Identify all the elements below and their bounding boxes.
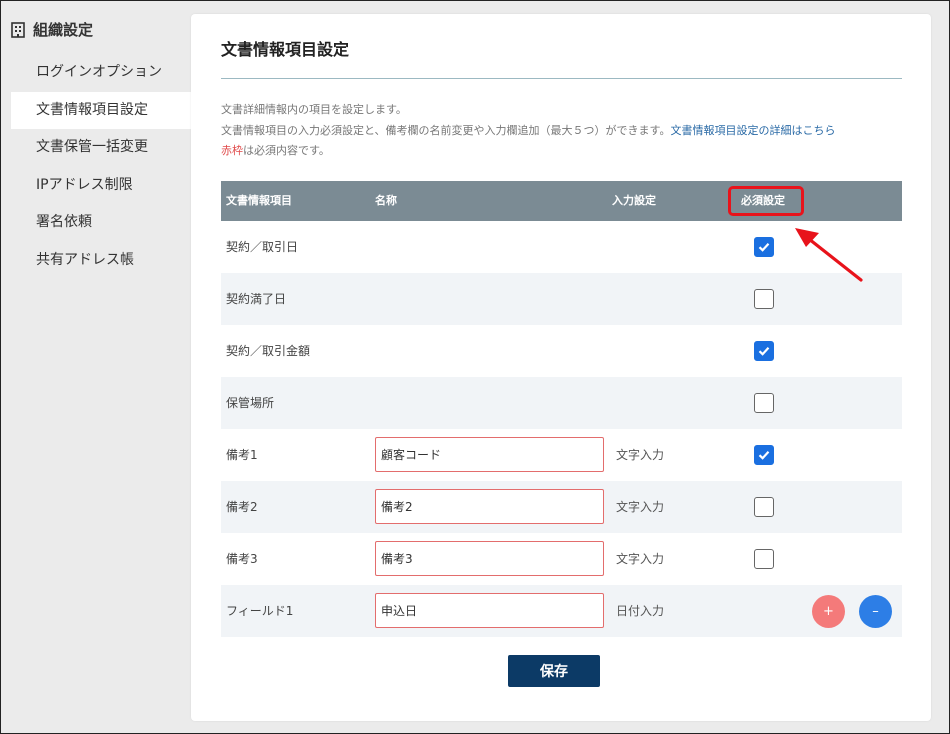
description-line-3: 赤枠は必須内容です。: [221, 144, 330, 157]
row-label: 契約満了日: [226, 292, 287, 306]
sidebar-item-ip-restriction[interactable]: IPアドレス制限: [11, 167, 191, 205]
page-title: 文書情報項目設定: [221, 40, 350, 59]
required-checkbox[interactable]: [754, 341, 774, 361]
add-field-button[interactable]: +: [812, 595, 845, 628]
header-input-setting: 入力設定: [612, 194, 656, 207]
input-type: 文字入力: [616, 448, 665, 462]
table-row: 保管場所: [221, 377, 902, 429]
title-divider: [221, 78, 902, 79]
sidebar-item-document-info-settings[interactable]: 文書情報項目設定: [11, 91, 191, 130]
header-name: 名称: [375, 194, 397, 207]
row-label: 保管場所: [226, 396, 275, 410]
building-icon: [11, 21, 25, 38]
save-button[interactable]: 保存: [508, 655, 600, 687]
description: 文書詳細情報内の項目を設定します。 文書情報項目の入力必須設定と、備考欄の名前変…: [221, 100, 835, 162]
required-checkbox[interactable]: [754, 445, 774, 465]
table-row: 備考3 文字入力: [221, 533, 902, 585]
required-checkbox[interactable]: [754, 237, 774, 257]
table-row: 備考1 文字入力: [221, 429, 902, 481]
check-icon: [758, 347, 770, 356]
name-input[interactable]: [375, 541, 604, 576]
row-label: 備考1: [226, 448, 258, 462]
check-icon: [758, 243, 770, 252]
red-arrow-icon: [795, 228, 863, 282]
sidebar-item-signature-request[interactable]: 署名依頼: [11, 204, 191, 242]
remove-field-button[interactable]: –: [859, 595, 892, 628]
input-type: 文字入力: [616, 500, 665, 514]
input-type: 文字入力: [616, 552, 665, 566]
row-label: 契約／取引日: [226, 240, 299, 254]
required-checkbox[interactable]: [754, 549, 774, 569]
name-input[interactable]: [375, 437, 604, 472]
row-label: フィールド1: [226, 604, 294, 618]
name-input[interactable]: [375, 489, 604, 524]
row-label: 備考2: [226, 500, 258, 514]
details-link[interactable]: 文書情報項目設定の詳細はこちら: [670, 124, 835, 137]
check-icon: [758, 451, 770, 460]
main-panel: 文書情報項目設定 文書詳細情報内の項目を設定します。 文書情報項目の入力必須設定…: [191, 14, 931, 721]
table-row: 備考2 文字入力: [221, 481, 902, 533]
sidebar-item-bulk-storage-change[interactable]: 文書保管一括変更: [11, 129, 191, 167]
sidebar: 組織設定 ログインオプション 文書情報項目設定 文書保管一括変更 IPアドレス制…: [1, 1, 191, 733]
required-highlight-frame: [728, 186, 804, 216]
sidebar-nav: ログインオプション 文書情報項目設定 文書保管一括変更 IPアドレス制限 署名依…: [11, 54, 191, 280]
table-header: 文書情報項目 名称 入力設定 必須設定: [221, 181, 902, 221]
name-input[interactable]: [375, 593, 604, 628]
sidebar-item-login-options[interactable]: ログインオプション: [11, 54, 191, 92]
header-item: 文書情報項目: [226, 194, 292, 207]
table-row: フィールド1 日付入力 + –: [221, 585, 902, 637]
row-label: 契約／取引金額: [226, 344, 311, 358]
required-checkbox[interactable]: [754, 393, 774, 413]
table-row: 契約／取引金額: [221, 325, 902, 377]
description-line-1: 文書詳細情報内の項目を設定します。: [221, 103, 407, 116]
sidebar-title: 組織設定: [33, 21, 94, 39]
row-label: 備考3: [226, 552, 258, 566]
sidebar-header: 組織設定: [11, 19, 93, 40]
sidebar-item-shared-address-book[interactable]: 共有アドレス帳: [11, 242, 191, 280]
required-checkbox[interactable]: [754, 497, 774, 517]
required-checkbox[interactable]: [754, 289, 774, 309]
input-type: 日付入力: [616, 604, 665, 618]
red-frame-note: 赤枠: [221, 144, 243, 157]
description-line-2: 文書情報項目の入力必須設定と、備考欄の名前変更や入力欄追加（最大５つ）ができます…: [221, 123, 836, 137]
